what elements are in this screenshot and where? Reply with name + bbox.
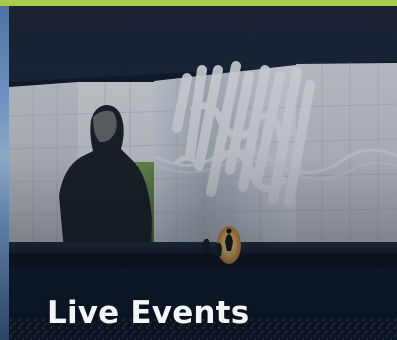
live-events-card[interactable]: Live Events [0,0,397,340]
card-title: Live Events [47,295,250,331]
hero-image: Live Events [9,6,397,340]
concert-stage-image [9,6,397,340]
adjacent-card-edge [0,6,9,340]
